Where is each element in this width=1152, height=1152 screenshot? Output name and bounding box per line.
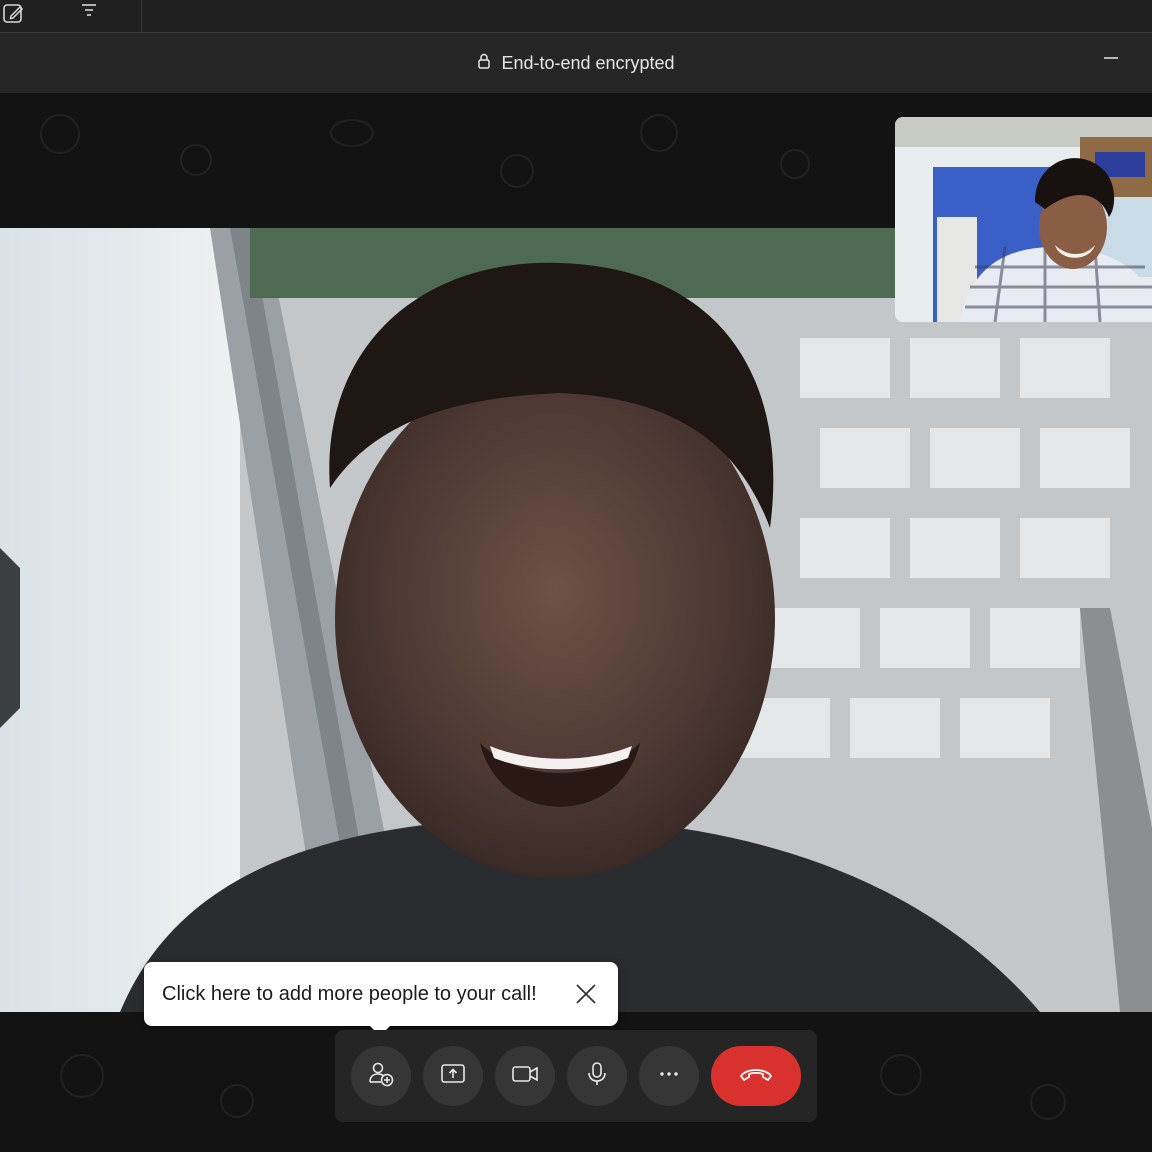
more-options-button[interactable] (639, 1046, 699, 1106)
microphone-button[interactable] (567, 1046, 627, 1106)
call-controls-bar (335, 1030, 817, 1122)
camera-icon (511, 1060, 539, 1093)
add-people-tooltip: Click here to add more people to your ca… (144, 962, 618, 1036)
top-bar-divider (141, 0, 142, 32)
encryption-status: End-to-end encrypted (0, 33, 1152, 93)
camera-button[interactable] (495, 1046, 555, 1106)
add-people-button[interactable] (351, 1046, 411, 1106)
filter-icon[interactable] (78, 0, 100, 20)
app-top-bar (0, 0, 1152, 33)
close-icon[interactable] (574, 982, 598, 1006)
share-screen-button[interactable] (423, 1046, 483, 1106)
self-view-video[interactable] (895, 117, 1152, 322)
remote-video (0, 228, 1152, 1012)
hang-up-icon (738, 1063, 774, 1090)
microphone-icon (583, 1060, 611, 1093)
compose-icon[interactable] (0, 0, 28, 28)
add-person-icon (367, 1060, 395, 1093)
call-header: End-to-end encrypted (0, 33, 1152, 94)
more-icon (655, 1060, 683, 1093)
end-call-button[interactable] (711, 1046, 801, 1106)
encryption-label: End-to-end encrypted (501, 52, 675, 73)
share-screen-icon (439, 1060, 467, 1093)
lock-icon (477, 52, 491, 75)
tooltip-text: Click here to add more people to your ca… (162, 982, 537, 1005)
minimize-icon[interactable] (1100, 47, 1122, 69)
